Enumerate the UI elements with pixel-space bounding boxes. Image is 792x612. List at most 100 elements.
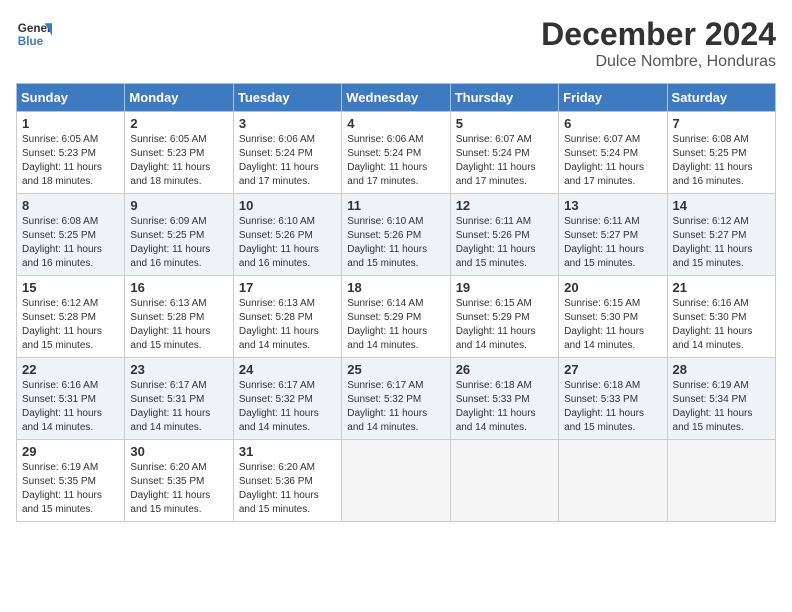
- location: Dulce Nombre, Honduras: [541, 53, 776, 71]
- day-number: 24: [239, 362, 336, 377]
- day-info: Sunrise: 6:06 AM Sunset: 5:24 PM Dayligh…: [239, 133, 336, 189]
- weekday-header-sunday: Sunday: [17, 84, 125, 112]
- day-info: Sunrise: 6:15 AM Sunset: 5:29 PM Dayligh…: [456, 297, 553, 353]
- day-info: Sunrise: 6:12 AM Sunset: 5:27 PM Dayligh…: [673, 215, 770, 271]
- day-number: 6: [564, 116, 661, 131]
- calendar-day-cell: [667, 440, 775, 522]
- calendar-day-cell: 22 Sunrise: 6:16 AM Sunset: 5:31 PM Dayli…: [17, 358, 125, 440]
- day-info: Sunrise: 6:18 AM Sunset: 5:33 PM Dayligh…: [564, 379, 661, 435]
- day-number: 30: [130, 444, 227, 459]
- day-number: 29: [22, 444, 119, 459]
- calendar-week-row: 15 Sunrise: 6:12 AM Sunset: 5:28 PM Dayli…: [17, 276, 776, 358]
- day-number: 12: [456, 198, 553, 213]
- day-info: Sunrise: 6:11 AM Sunset: 5:27 PM Dayligh…: [564, 215, 661, 271]
- calendar-day-cell: 25Sunrise: 6:17 AM Sunset: 5:32 PM Dayli…: [342, 358, 450, 440]
- calendar-day-cell: 5Sunrise: 6:07 AM Sunset: 5:24 PM Daylig…: [450, 112, 558, 194]
- day-info: Sunrise: 6:10 AM Sunset: 5:26 PM Dayligh…: [239, 215, 336, 271]
- day-info: Sunrise: 6:08 AM Sunset: 5:25 PM Dayligh…: [673, 133, 770, 189]
- day-info: Sunrise: 6:07 AM Sunset: 5:24 PM Dayligh…: [456, 133, 553, 189]
- day-number: 27: [564, 362, 661, 377]
- day-number: 21: [673, 280, 770, 295]
- logo: General Blue: [16, 16, 52, 52]
- day-info: Sunrise: 6:14 AM Sunset: 5:29 PM Dayligh…: [347, 297, 444, 353]
- day-number: 20: [564, 280, 661, 295]
- day-number: 8: [22, 198, 119, 213]
- day-number: 15: [22, 280, 119, 295]
- day-info: Sunrise: 6:16 AM Sunset: 5:30 PM Dayligh…: [673, 297, 770, 353]
- day-info: Sunrise: 6:11 AM Sunset: 5:26 PM Dayligh…: [456, 215, 553, 271]
- day-number: 10: [239, 198, 336, 213]
- calendar-day-cell: 13Sunrise: 6:11 AM Sunset: 5:27 PM Dayli…: [559, 194, 667, 276]
- calendar-day-cell: [559, 440, 667, 522]
- calendar-day-cell: 26Sunrise: 6:18 AM Sunset: 5:33 PM Dayli…: [450, 358, 558, 440]
- day-number: 1: [22, 116, 119, 131]
- page-header: General Blue December 2024 Dulce Nombre,…: [16, 16, 776, 71]
- calendar-day-cell: [342, 440, 450, 522]
- day-info: Sunrise: 6:17 AM Sunset: 5:31 PM Dayligh…: [130, 379, 227, 435]
- day-number: 31: [239, 444, 336, 459]
- day-info: Sunrise: 6:10 AM Sunset: 5:26 PM Dayligh…: [347, 215, 444, 271]
- day-info: Sunrise: 6:13 AM Sunset: 5:28 PM Dayligh…: [239, 297, 336, 353]
- calendar-day-cell: 23 Sunrise: 6:17 AM Sunset: 5:31 PM Dayli…: [125, 358, 233, 440]
- month-title: December 2024: [541, 16, 776, 53]
- weekday-header-tuesday: Tuesday: [233, 84, 341, 112]
- calendar-day-cell: 10 Sunrise: 6:10 AM Sunset: 5:26 PM Dayli…: [233, 194, 341, 276]
- calendar-day-cell: 1 Sunrise: 6:05 AM Sunset: 5:23 PM Daylig…: [17, 112, 125, 194]
- day-info: Sunrise: 6:07 AM Sunset: 5:24 PM Dayligh…: [564, 133, 661, 189]
- day-number: 9: [130, 198, 227, 213]
- weekday-header-monday: Monday: [125, 84, 233, 112]
- day-number: 22: [22, 362, 119, 377]
- title-block: December 2024 Dulce Nombre, Honduras: [541, 16, 776, 71]
- day-info: Sunrise: 6:09 AM Sunset: 5:25 PM Dayligh…: [130, 215, 227, 271]
- calendar-day-cell: 19 Sunrise: 6:15 AM Sunset: 5:29 PM Dayli…: [450, 276, 558, 358]
- day-info: Sunrise: 6:05 AM Sunset: 5:23 PM Dayligh…: [130, 133, 227, 189]
- day-number: 19: [456, 280, 553, 295]
- day-number: 26: [456, 362, 553, 377]
- calendar-day-cell: 16 Sunrise: 6:13 AM Sunset: 5:28 PM Dayli…: [125, 276, 233, 358]
- calendar-day-cell: 15 Sunrise: 6:12 AM Sunset: 5:28 PM Dayli…: [17, 276, 125, 358]
- day-number: 14: [673, 198, 770, 213]
- calendar-day-cell: 28 Sunrise: 6:19 AM Sunset: 5:34 PM Dayli…: [667, 358, 775, 440]
- day-info: Sunrise: 6:20 AM Sunset: 5:36 PM Dayligh…: [239, 461, 336, 517]
- day-number: 16: [130, 280, 227, 295]
- day-info: Sunrise: 6:19 AM Sunset: 5:34 PM Dayligh…: [673, 379, 770, 435]
- calendar-day-cell: 20 Sunrise: 6:15 AM Sunset: 5:30 PM Dayli…: [559, 276, 667, 358]
- day-info: Sunrise: 6:15 AM Sunset: 5:30 PM Dayligh…: [564, 297, 661, 353]
- calendar-day-cell: 11 Sunrise: 6:10 AM Sunset: 5:26 PM Dayli…: [342, 194, 450, 276]
- calendar-week-row: 29 Sunrise: 6:19 AM Sunset: 5:35 PM Dayli…: [17, 440, 776, 522]
- calendar-day-cell: 31 Sunrise: 6:20 AM Sunset: 5:36 PM Dayli…: [233, 440, 341, 522]
- calendar-day-cell: 18 Sunrise: 6:14 AM Sunset: 5:29 PM Dayli…: [342, 276, 450, 358]
- calendar-day-cell: 27 Sunrise: 6:18 AM Sunset: 5:33 PM Dayli…: [559, 358, 667, 440]
- day-info: Sunrise: 6:20 AM Sunset: 5:35 PM Dayligh…: [130, 461, 227, 517]
- calendar-day-cell: 21 Sunrise: 6:16 AM Sunset: 5:30 PM Dayli…: [667, 276, 775, 358]
- day-info: Sunrise: 6:13 AM Sunset: 5:28 PM Dayligh…: [130, 297, 227, 353]
- weekday-header-saturday: Saturday: [667, 84, 775, 112]
- day-info: Sunrise: 6:17 AM Sunset: 5:32 PM Dayligh…: [347, 379, 444, 435]
- calendar-day-cell: 6 Sunrise: 6:07 AM Sunset: 5:24 PM Daylig…: [559, 112, 667, 194]
- day-number: 23: [130, 362, 227, 377]
- calendar-day-cell: 29 Sunrise: 6:19 AM Sunset: 5:35 PM Dayli…: [17, 440, 125, 522]
- day-info: Sunrise: 6:05 AM Sunset: 5:23 PM Dayligh…: [22, 133, 119, 189]
- calendar-day-cell: 14 Sunrise: 6:12 AM Sunset: 5:27 PM Dayli…: [667, 194, 775, 276]
- calendar-day-cell: 17 Sunrise: 6:13 AM Sunset: 5:28 PM Dayli…: [233, 276, 341, 358]
- weekday-header-thursday: Thursday: [450, 84, 558, 112]
- weekday-header-row: SundayMondayTuesdayWednesdayThursdayFrid…: [17, 84, 776, 112]
- day-number: 18: [347, 280, 444, 295]
- day-number: 11: [347, 198, 444, 213]
- day-info: Sunrise: 6:17 AM Sunset: 5:32 PM Dayligh…: [239, 379, 336, 435]
- calendar-week-row: 8Sunrise: 6:08 AM Sunset: 5:25 PM Daylig…: [17, 194, 776, 276]
- day-number: 28: [673, 362, 770, 377]
- day-info: Sunrise: 6:19 AM Sunset: 5:35 PM Dayligh…: [22, 461, 119, 517]
- calendar-day-cell: 30 Sunrise: 6:20 AM Sunset: 5:35 PM Dayli…: [125, 440, 233, 522]
- calendar-day-cell: [450, 440, 558, 522]
- calendar-day-cell: 3Sunrise: 6:06 AM Sunset: 5:24 PM Daylig…: [233, 112, 341, 194]
- day-number: 7: [673, 116, 770, 131]
- calendar-day-cell: 7 Sunrise: 6:08 AM Sunset: 5:25 PM Daylig…: [667, 112, 775, 194]
- day-info: Sunrise: 6:12 AM Sunset: 5:28 PM Dayligh…: [22, 297, 119, 353]
- day-number: 17: [239, 280, 336, 295]
- day-info: Sunrise: 6:16 AM Sunset: 5:31 PM Dayligh…: [22, 379, 119, 435]
- general-blue-logo-icon: General Blue: [16, 16, 52, 52]
- calendar-week-row: 1 Sunrise: 6:05 AM Sunset: 5:23 PM Daylig…: [17, 112, 776, 194]
- day-number: 4: [347, 116, 444, 131]
- calendar-day-cell: 12 Sunrise: 6:11 AM Sunset: 5:26 PM Dayli…: [450, 194, 558, 276]
